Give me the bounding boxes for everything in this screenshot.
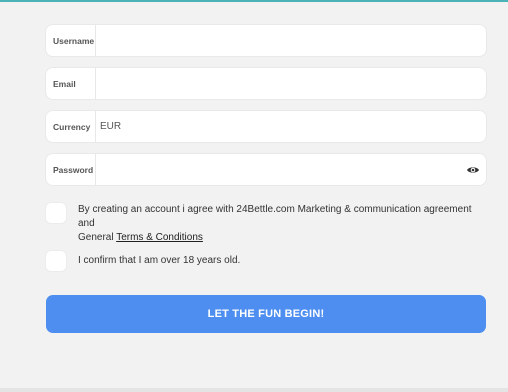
terms-conditions-link[interactable]: Terms & Conditions: [116, 232, 203, 243]
top-accent-bar: [0, 0, 508, 2]
eye-icon[interactable]: [465, 162, 481, 178]
terms-text-line-1: By creating an account i agree with 24Be…: [78, 204, 472, 229]
email-field: Email: [46, 67, 486, 100]
terms-agreement-row: By creating an account i agree with 24Be…: [46, 203, 486, 245]
currency-label: Currency: [46, 111, 96, 142]
username-input[interactable]: [96, 24, 486, 57]
password-label: Password: [46, 154, 96, 185]
terms-agreement-text: By creating an account i agree with 24Be…: [78, 203, 486, 245]
email-input[interactable]: [96, 67, 486, 100]
terms-text-line-2: General: [78, 232, 117, 243]
username-field: Username: [46, 24, 486, 57]
age-confirm-row: I confirm that I am over 18 years old.: [46, 251, 486, 271]
password-field: Password: [46, 153, 486, 186]
register-button[interactable]: LET THE FUN BEGIN!: [46, 295, 486, 333]
username-label: Username: [46, 25, 96, 56]
bottom-divider: [0, 388, 508, 392]
terms-checkbox[interactable]: [46, 203, 66, 223]
password-input[interactable]: [96, 153, 465, 186]
currency-input[interactable]: [96, 110, 486, 143]
currency-field: Currency: [46, 110, 486, 143]
age-checkbox[interactable]: [46, 251, 66, 271]
email-label: Email: [46, 68, 96, 99]
age-confirm-text: I confirm that I am over 18 years old.: [78, 255, 241, 266]
